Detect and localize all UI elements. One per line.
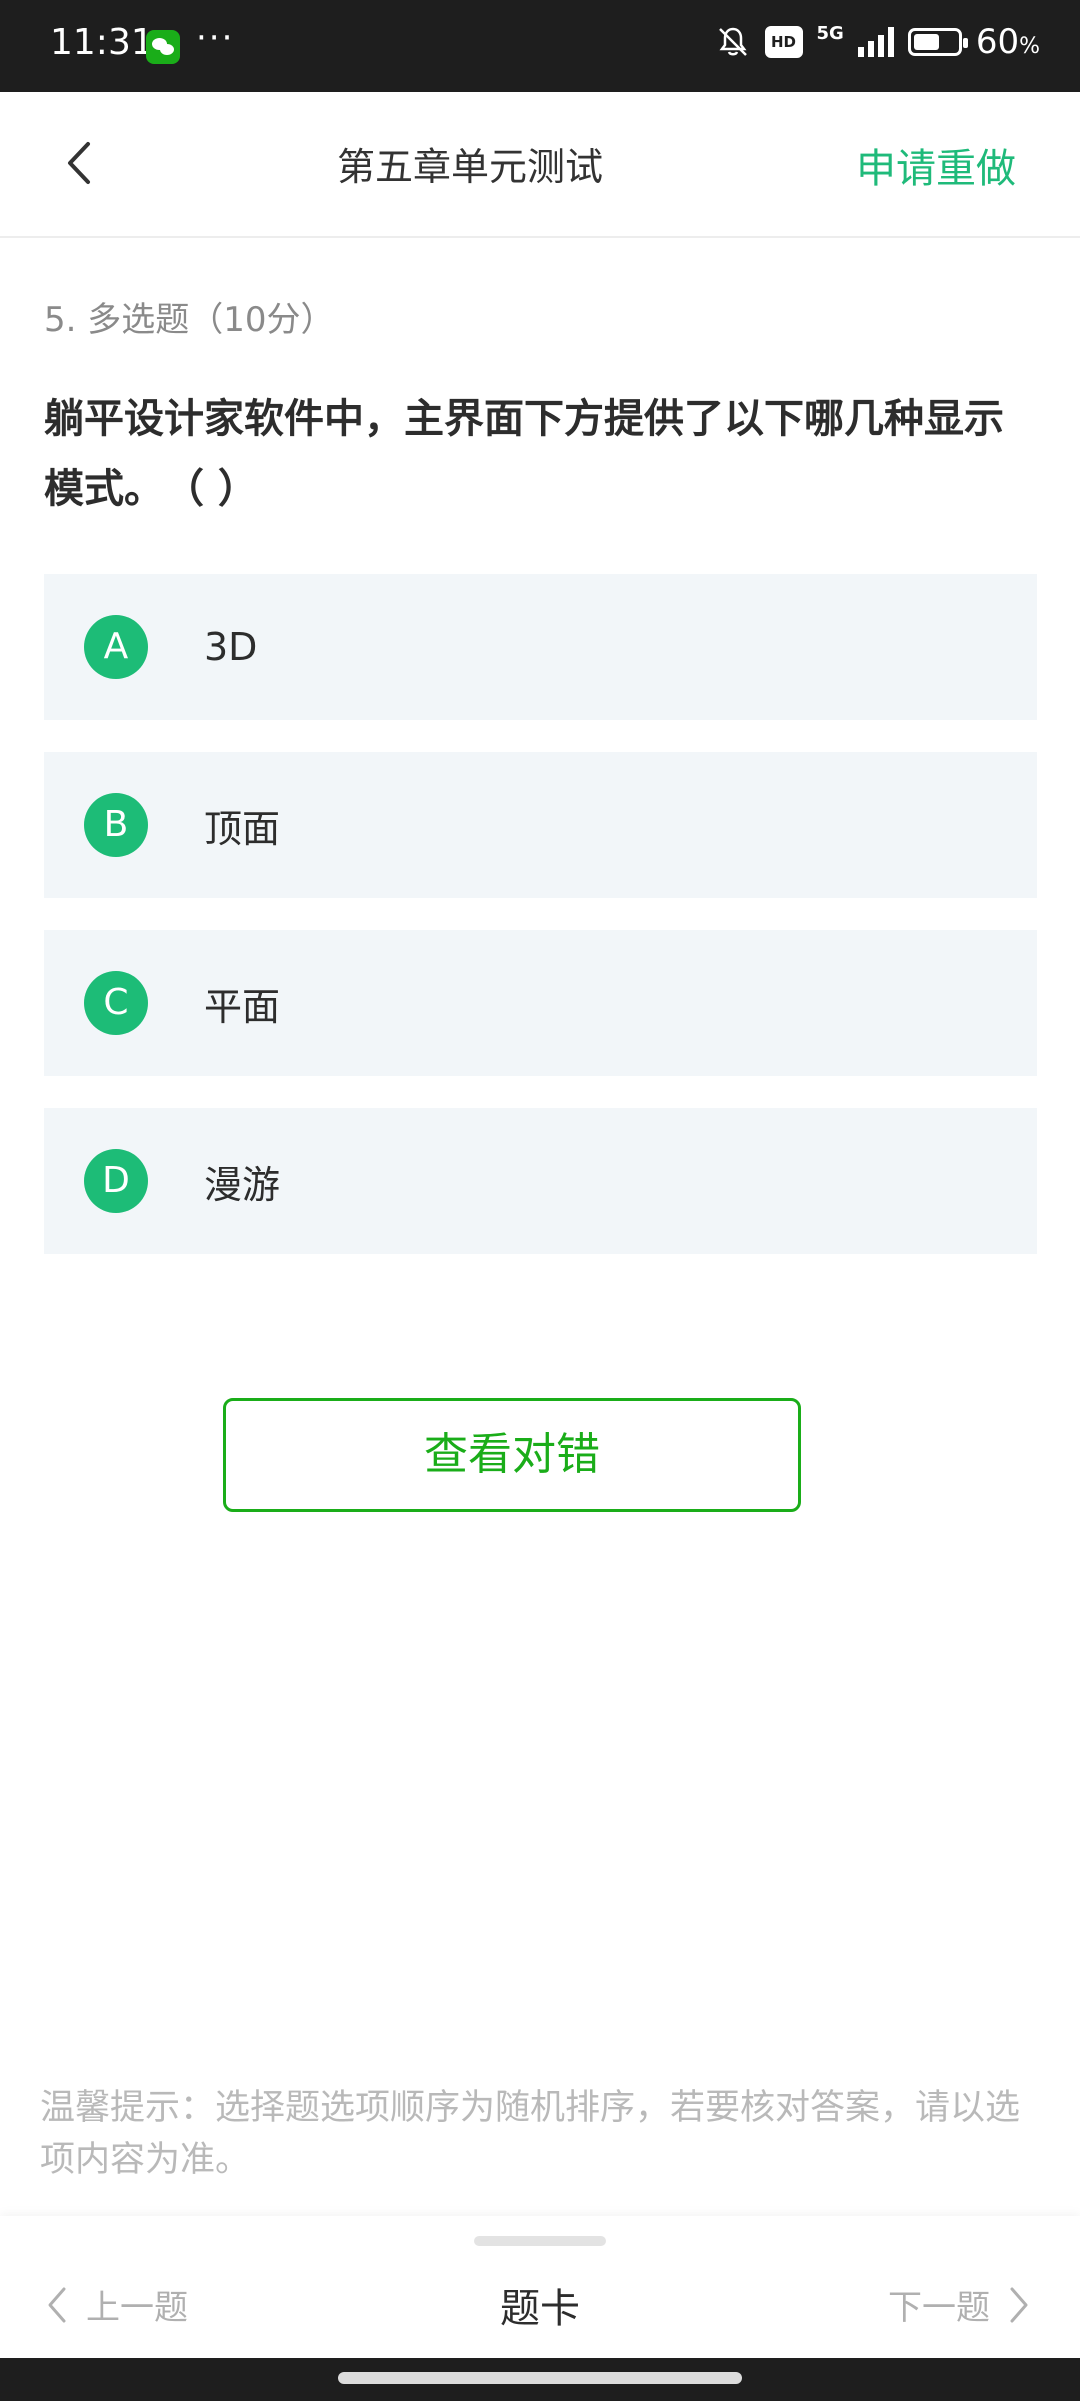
- option-text: 平面: [204, 984, 281, 1029]
- page-title: 第五章单元测试: [336, 145, 603, 189]
- previous-question-button[interactable]: 上一题: [46, 2280, 188, 2329]
- request-redo-button[interactable]: 申请重做: [856, 136, 1016, 194]
- option-letter-badge: C: [84, 971, 148, 1035]
- option-text: 漫游: [204, 1162, 281, 1207]
- question-text: 躺平设计家软件中，主界面下方提供了以下哪几种显示模式。 （ ）: [44, 396, 1004, 512]
- option-letter-badge: D: [84, 1149, 148, 1213]
- option-a[interactable]: A 3D: [44, 574, 1037, 720]
- home-gesture-bar[interactable]: [338, 2372, 742, 2384]
- wechat-icon: [146, 30, 180, 64]
- bell-off-icon: [718, 27, 747, 56]
- question-meta: 5. 多选题（10分）: [44, 300, 335, 340]
- answer-card-button[interactable]: 题卡: [500, 2286, 580, 2332]
- option-d[interactable]: D 漫游: [44, 1108, 1037, 1254]
- check-answer-button[interactable]: 查看对错: [223, 1398, 801, 1512]
- option-text: 3D: [204, 625, 258, 669]
- option-b[interactable]: B 顶面: [44, 752, 1037, 898]
- next-question-button[interactable]: 下一题: [888, 2280, 1030, 2329]
- battery-percent: 60%: [975, 22, 1040, 62]
- more-notifications-icon: ···: [196, 18, 235, 58]
- next-label: 下一题: [888, 2288, 990, 2328]
- option-list: A 3D B 顶面 C 平面 D 漫游: [44, 574, 1037, 1286]
- battery-icon: [907, 28, 968, 56]
- top-bar: 第五章单元测试 申请重做: [0, 92, 1080, 238]
- status-icons: HD 5G 60%: [715, 22, 1040, 62]
- system-navigation-area: [0, 2358, 1080, 2401]
- previous-label: 上一题: [86, 2288, 188, 2328]
- battery-level: [913, 34, 940, 50]
- option-text: 顶面: [204, 806, 281, 851]
- signal-icon: [857, 27, 894, 57]
- chevron-left-icon: [48, 2287, 66, 2322]
- status-bar: 11:31 ··· HD 5G 60%: [0, 0, 1080, 92]
- option-c[interactable]: C 平面: [44, 930, 1037, 1076]
- drag-handle[interactable]: [474, 2236, 606, 2246]
- option-letter-badge: B: [84, 793, 148, 857]
- chevron-right-icon: [1010, 2287, 1028, 2322]
- option-letter-badge: A: [84, 615, 148, 679]
- hd-voice-icon: HD: [764, 26, 803, 58]
- bottom-nav: 上一题 题卡 下一题: [0, 2216, 1080, 2358]
- status-time: 11:31: [50, 22, 154, 63]
- hint-text: 温馨提示：选择题选项顺序为随机排序，若要核对答案，请以选项内容为准。: [40, 2088, 1021, 2180]
- network-type: 5G: [816, 23, 844, 44]
